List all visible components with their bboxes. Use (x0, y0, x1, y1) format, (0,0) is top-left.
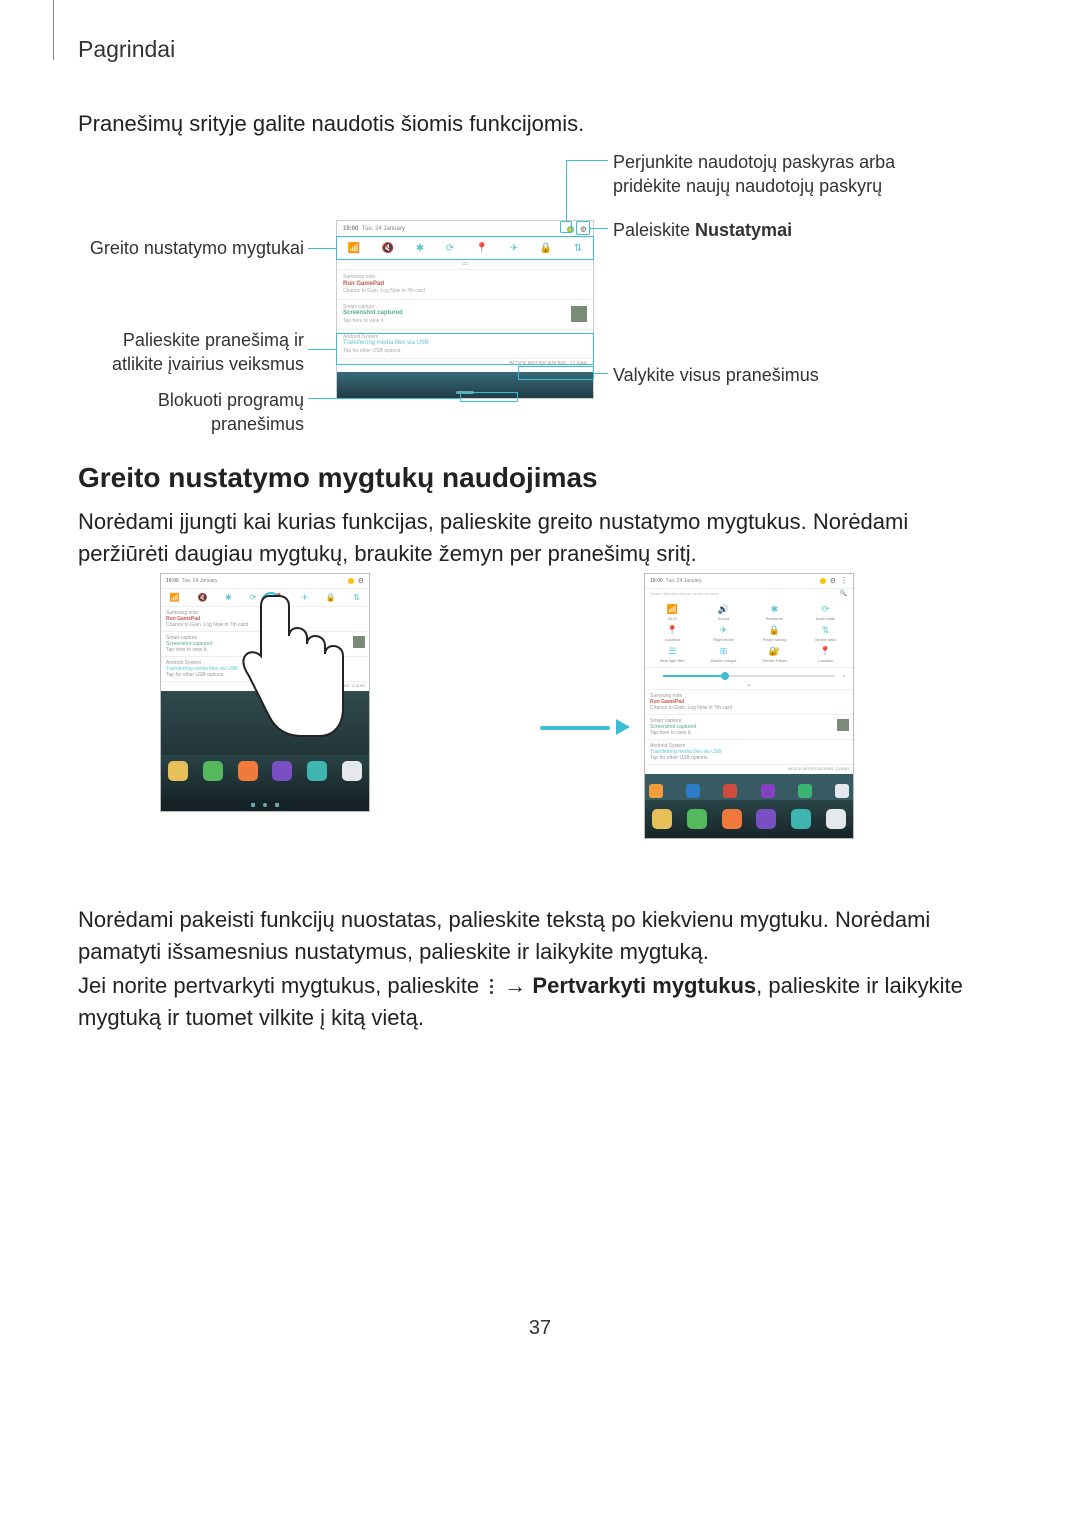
user-icon (567, 226, 574, 233)
app-icon (826, 809, 846, 829)
app-icon (272, 761, 292, 781)
callout-clear-all: Valykite visus pranešimus (613, 363, 913, 387)
app-icon (203, 761, 223, 781)
paragraph: Jei norite pertvarkyti mygtukus, paliesk… (78, 970, 998, 1034)
qs-cell: 🔒Power saving (749, 625, 800, 642)
app-icon (761, 784, 775, 798)
qs-cell: ☰Blue light filter (647, 646, 698, 663)
panel-screenshot: 19:00 Tue, 24 January ⚙ 📶 🔇 ✱ ⟳ 📍 ✈ 🔒 ⇅ ═ Samsu… (336, 220, 594, 399)
qs-icon: ✈ (301, 593, 308, 602)
qs-cell: ⟳Auto rotate (800, 604, 851, 621)
app-icon (238, 761, 258, 781)
qs-icon: ✱ (416, 243, 424, 254)
qs-icon: 🔒 (540, 243, 552, 254)
qs-cell: 📶Wi-Fi (647, 604, 698, 621)
qs-icon: 🔇 (382, 243, 394, 254)
intro-text: Pranešimų srityje galite naudotis šiomis… (78, 111, 584, 137)
app-icon (756, 809, 776, 829)
qs-cell: 📍Location (800, 646, 851, 663)
gear-icon: ⚙ (580, 225, 587, 234)
qs-cell: 🔐Secure Folder (749, 646, 800, 663)
app-icon (835, 784, 849, 798)
qs-cell: 📍Location (647, 625, 698, 642)
qs-icon: 📍 (476, 243, 488, 254)
swipe-gesture-figures: 19:00 Tue, 24 January⚙ 📶🔇✱⟳📍✈🔒⇅ Samsung … (160, 573, 920, 883)
notification-item: Smart capture Screenshot captured Tap he… (337, 299, 593, 329)
app-icon (722, 809, 742, 829)
app-icon (798, 784, 812, 798)
drag-handle-icon: ═ (337, 259, 593, 269)
app-icon (652, 809, 672, 829)
brightness-slider: ⌄ (645, 667, 853, 683)
qs-cell: 🔊Sound (698, 604, 749, 621)
qs-icon: ⟳ (249, 593, 256, 602)
notification-panel-diagram: 19:00 Tue, 24 January ⚙ 📶 🔇 ✱ ⟳ 📍 ✈ 🔒 ⇅ ═ Samsu… (78, 150, 998, 425)
status-date: Tue, 24 January (362, 226, 405, 232)
qs-cell: ✱Bluetooth (749, 604, 800, 621)
tablet-after: 19:00 Tue, 24 January⚙⋮ Search features … (644, 573, 854, 839)
app-icon (687, 809, 707, 829)
more-vertical-icon (489, 978, 494, 996)
app-icon (342, 761, 362, 781)
qs-icon: ⇅ (574, 243, 582, 254)
qs-icon: 📶 (348, 243, 360, 254)
more-icon: ⋮ (840, 579, 848, 583)
qs-cell: ✈Flight mode (698, 625, 749, 642)
qs-icon: ✱ (225, 593, 232, 602)
qs-icon: ⟳ (446, 243, 454, 254)
qs-icon: 🔒 (326, 593, 336, 602)
notification-item: Android System Transferring media files … (337, 329, 593, 359)
app-icon (791, 809, 811, 829)
quick-settings-grid: 📶Wi-Fi🔊Sound✱Bluetooth⟳Auto rotate 📍Locat… (645, 600, 853, 667)
paragraph: Norėdami pakeisti funkcijų nuostatas, pa… (78, 904, 998, 968)
qs-icon: 🔇 (197, 593, 207, 602)
clear-label: CLEAR (570, 361, 587, 367)
app-icon (686, 784, 700, 798)
callout-tap-notification: Palieskite pranešimą ir atlikite įvairiu… (68, 328, 304, 377)
quick-settings-row: 📶 🔇 ✱ ⟳ 📍 ✈ 🔒 ⇅ (337, 237, 593, 259)
subheading: Greito nustatymo mygtukų naudojimas (78, 462, 598, 494)
swipe-down-arrow-icon (264, 602, 278, 642)
callout-quick-settings: Greito nustatymo mygtukai (68, 236, 304, 260)
qs-icon: ⇅ (353, 593, 360, 602)
app-icon (307, 761, 327, 781)
callout-switch-users: Perjunkite naudotojų paskyras arba pridė… (613, 150, 913, 199)
callout-launch-settings: Paleiskite Nustatymai (613, 218, 913, 242)
paragraph: Norėdami įjungti kai kurias funkcijas, p… (78, 506, 998, 570)
block-notifications-label: BLOCK NOTIFICATIONS (510, 361, 567, 367)
section-header: Pagrindai (78, 36, 175, 63)
status-time: 19:00 (343, 226, 358, 232)
arrow-right-icon (540, 723, 630, 731)
app-icon (723, 784, 737, 798)
callout-block: Blokuoti programų pranešimus (68, 388, 304, 437)
search-bar: Search features and qu ck act on pane (645, 588, 853, 600)
app-icon (168, 761, 188, 781)
notification-item: Samsung note Run GamePad Chance to Gain.… (337, 269, 593, 299)
page-number: 37 (0, 1317, 1080, 1340)
qs-icon: ✈ (510, 243, 518, 254)
qs-cell: ⇅Mobile data (800, 625, 851, 642)
qs-icon: 📶 (170, 593, 180, 602)
app-icon (649, 784, 663, 798)
qs-cell: ⊞Mobile hotspot (698, 646, 749, 663)
tablet-before: 19:00 Tue, 24 January⚙ 📶🔇✱⟳📍✈🔒⇅ Samsung … (160, 573, 370, 812)
